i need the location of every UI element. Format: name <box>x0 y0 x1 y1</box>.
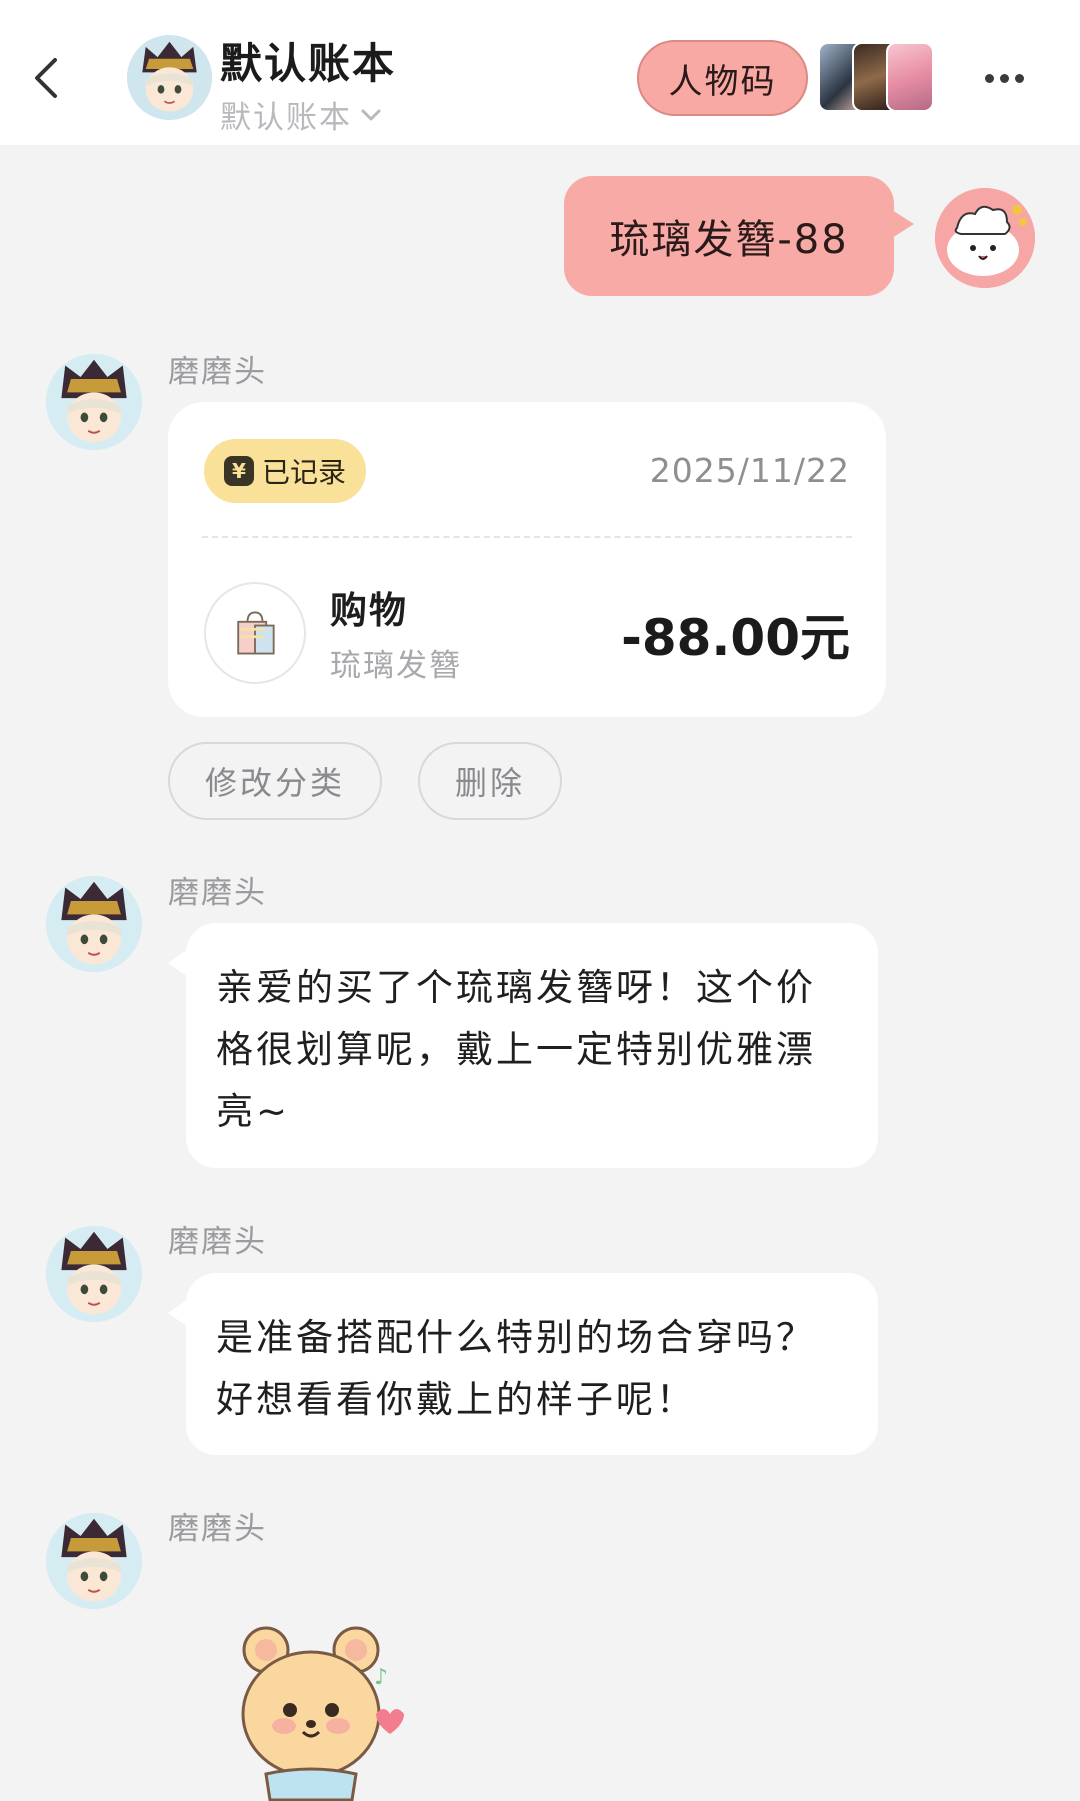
page-title: 默认账本 <box>220 39 397 88</box>
assistant-avatar[interactable] <box>46 1226 142 1322</box>
shopping-bag-icon <box>204 582 306 684</box>
sender-name: 磨磨头 <box>168 354 267 390</box>
ledger-avatar[interactable] <box>127 35 212 120</box>
assistant-avatar[interactable] <box>46 1513 142 1609</box>
divider <box>202 536 852 538</box>
delete-button[interactable]: 删除 <box>418 742 562 820</box>
sender-name: 磨磨头 <box>168 1511 267 1547</box>
sender-name: 磨磨头 <box>168 1224 267 1260</box>
assistant-avatar[interactable] <box>46 354 142 450</box>
record-date: 2025/11/22 <box>649 451 850 490</box>
assistant-message-bubble: 亲爱的买了个琉璃发簪呀！这个价格很划算呢，戴上一定特别优雅漂亮~ <box>168 923 878 1168</box>
svg-text:♪: ♪ <box>374 1665 388 1690</box>
user-avatar[interactable] <box>935 188 1035 288</box>
chat-screen: 默认账本 默认账本 人物码 琉璃发簪-88 磨磨头 ¥ 已记录 2025/11/… <box>0 0 1080 1801</box>
sender-name: 磨磨头 <box>168 875 267 911</box>
back-arrow-icon <box>35 58 57 98</box>
more-button[interactable] <box>976 58 1032 98</box>
user-message-bubble: 琉璃发簪-88 <box>564 176 914 296</box>
recorded-badge: ¥ 已记录 <box>204 439 366 503</box>
expense-record-card[interactable]: ¥ 已记录 2025/11/22 购物 琉璃发簪 -88.00元 <box>168 402 886 717</box>
edit-category-button[interactable]: 修改分类 <box>168 742 382 820</box>
record-note: 琉璃发簪 <box>330 648 462 684</box>
assistant-message-bubble: 是准备搭配什么特别的场合穿吗？好想看看你戴上的样子呢！ <box>168 1273 878 1455</box>
category-name: 购物 <box>330 589 408 632</box>
bear-sticker[interactable]: ♪ <box>226 1614 416 1801</box>
member-avatars[interactable] <box>818 42 938 112</box>
chevron-down-icon <box>361 109 381 120</box>
ledger-selector[interactable]: 默认账本 <box>220 92 382 137</box>
assistant-avatar[interactable] <box>46 876 142 972</box>
character-code-button[interactable]: 人物码 <box>637 40 808 116</box>
record-amount: -88.00元 <box>621 609 850 667</box>
ledger-selector-label: 默认账本 <box>220 100 352 136</box>
yen-icon: ¥ <box>223 456 254 486</box>
member-avatar <box>886 42 934 112</box>
back-button[interactable] <box>26 46 66 110</box>
top-bar: 默认账本 默认账本 人物码 <box>0 0 1080 145</box>
more-icon <box>984 73 1024 83</box>
recorded-badge-label: 已记录 <box>261 456 346 489</box>
